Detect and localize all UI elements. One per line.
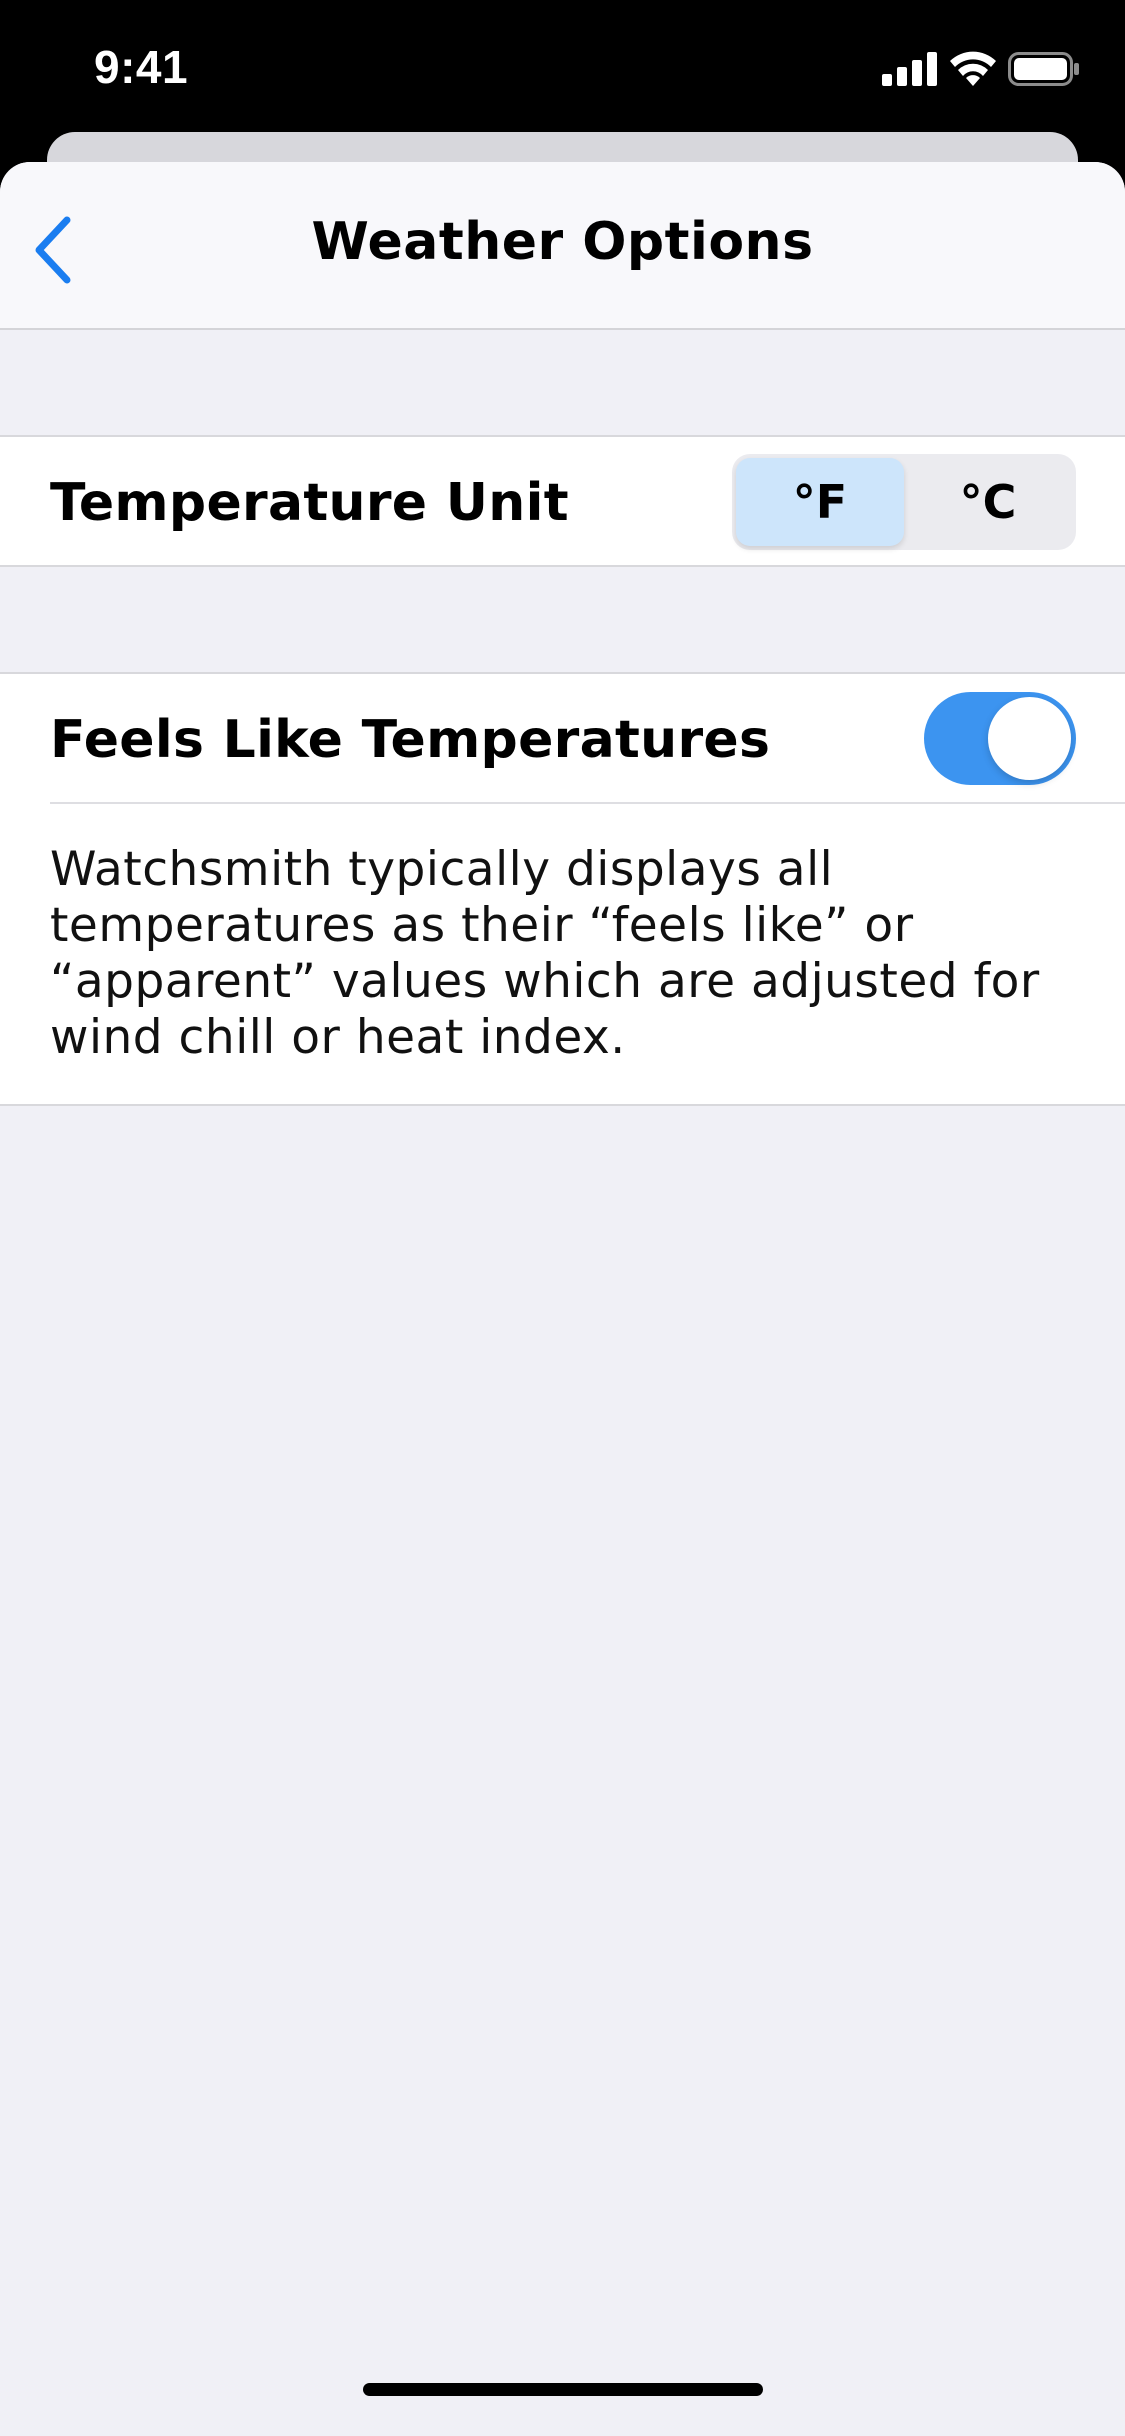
wifi-icon — [950, 51, 996, 86]
page-title: Weather Options — [311, 212, 814, 272]
home-indicator — [363, 2383, 763, 2396]
feels-like-description: Watchsmith typically displays all temper… — [50, 842, 1040, 1065]
temperature-unit-label: Temperature Unit — [50, 473, 569, 533]
segment-fahrenheit[interactable]: °F — [736, 458, 904, 546]
status-bar: 9:41 — [0, 0, 1125, 132]
toggle-knob — [988, 697, 1071, 780]
feels-like-label: Feels Like Temperatures — [50, 710, 771, 770]
battery-icon — [1008, 52, 1079, 86]
settings-sheet: Weather Options Temperature Unit °F °C F… — [0, 162, 1125, 2436]
temperature-unit-segmented-control[interactable]: °F °C — [732, 454, 1076, 550]
feels-like-section: Feels Like Temperatures Watchsmith typic… — [0, 672, 1125, 1106]
segment-celsius[interactable]: °C — [904, 458, 1072, 546]
temperature-unit-row: Temperature Unit °F °C — [0, 435, 1125, 567]
cellular-signal-icon — [882, 52, 937, 86]
status-time: 9:41 — [94, 41, 189, 93]
feels-like-toggle[interactable] — [924, 692, 1076, 785]
navigation-bar: Weather Options — [0, 162, 1125, 330]
row-divider — [50, 802, 1125, 804]
